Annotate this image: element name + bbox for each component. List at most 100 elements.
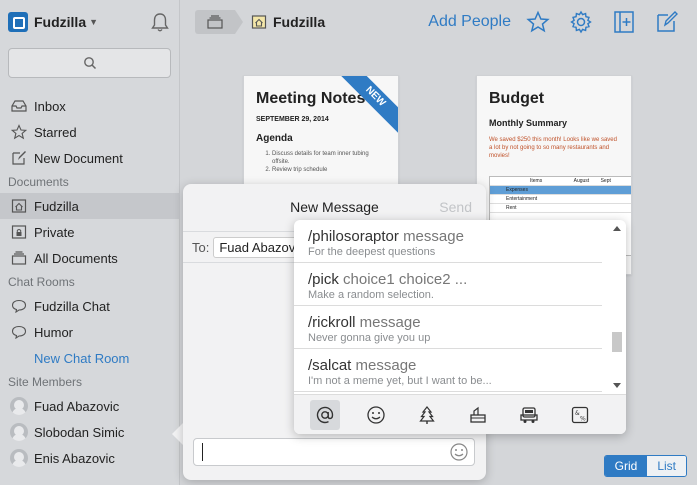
sidebar-item-private[interactable]: Private [0,219,180,245]
lock-folder-icon [10,224,28,240]
grid-view-button[interactable]: Grid [604,456,648,476]
tab-smileys[interactable] [361,400,391,430]
command-item-pick[interactable]: /pick choice1 choice2 ... Make a random … [294,263,602,306]
sidebar-item-label: Inbox [34,98,66,114]
command-name: /salcat [308,357,352,374]
compose-button[interactable] [654,9,680,35]
send-button[interactable]: Send [439,199,472,215]
member-name: Enis Abazovic [34,450,115,466]
section-documents: Documents [8,175,69,189]
member-slobodan-simic[interactable]: Slobodan Simic [0,419,180,445]
sidebar-header: Fudzilla ▼ [0,0,179,44]
sidebar-item-label: Humor [34,324,74,340]
sidebar-item-all-documents[interactable]: All Documents [0,245,180,271]
card-heading: Agenda [256,133,293,144]
list-item: Discuss details for team inner tubing of… [272,150,386,166]
cake-icon [470,406,486,423]
command-name: /philosoraptor [308,228,399,245]
sidebar-item-new-document[interactable]: New Document [0,145,180,171]
command-args: message [359,314,421,331]
member-enis-abazovic[interactable]: Enis Abazovic [0,445,180,471]
sidebar-item-starred[interactable]: Starred [0,119,180,145]
scroll-up-icon[interactable] [613,226,621,231]
to-label: To: [192,239,210,255]
emoji-category-bar: &% [294,394,626,434]
sidebar-item-fudzilla-chat[interactable]: Fudzilla Chat [0,293,180,319]
sidebar-item-label: All Documents [34,250,118,266]
scroll-down-icon[interactable] [613,383,621,388]
search-button[interactable] [8,48,171,78]
star-icon [10,124,28,140]
gear-icon [570,10,592,34]
section-site-members: Site Members [8,375,83,389]
command-description: For the deepest questions [308,246,436,258]
smiley-icon[interactable] [449,442,469,462]
member-name: Slobodan Simic [34,424,125,440]
inbox-icon [10,98,28,114]
chevron-down-icon[interactable]: ▼ [89,17,98,27]
main-nav: Inbox Starred New Document Documents Fud… [0,93,180,471]
new-folder-button[interactable] [611,9,637,35]
scrollbar[interactable] [611,224,623,390]
car-icon [520,406,538,423]
workspace-name[interactable]: Fudzilla [34,14,86,30]
sidebar-item-label: New Document [34,150,123,166]
command-item-rickroll[interactable]: /rickroll message Never gonna give you u… [294,306,602,349]
text-caret [202,443,203,461]
command-name: /pick [308,271,339,288]
table-header: Sept [600,178,611,184]
settings-button[interactable] [568,9,594,35]
table-row: Items August Sept [490,177,631,186]
command-description: I'm not a meme yet, but I want to be... [308,375,492,387]
scrollbar-thumb[interactable] [612,332,622,352]
command-args: message [355,357,417,374]
table-row: Expenses [490,186,631,195]
home-folder-icon [10,198,28,214]
tab-travel[interactable] [514,400,544,430]
star-icon [526,10,550,33]
compose-icon [10,150,28,166]
sidebar-item-label: Fudzilla Chat [34,298,110,314]
add-people-button[interactable]: Add People [428,13,511,31]
command-list: /philosoraptor message For the deepest q… [294,220,608,394]
avatar [10,449,28,467]
bell-icon[interactable] [149,11,171,33]
chat-bubble-icon [10,324,28,340]
command-args: message [403,228,464,245]
card-subtitle: Monthly Summary [489,118,568,128]
new-chat-room-link[interactable]: New Chat Room [0,345,180,371]
command-item-philosoraptor[interactable]: /philosoraptor message For the deepest q… [294,220,602,263]
sidebar-item-humor[interactable]: Humor [0,319,180,345]
search-icon [83,57,96,70]
svg-text:%: % [580,415,586,422]
sidebar-item-label: Starred [34,124,77,140]
breadcrumb[interactable]: Fudzilla [251,14,325,30]
tab-nature[interactable] [412,400,442,430]
breadcrumb-current: Fudzilla [273,14,326,30]
sidebar-item-label: Private [34,224,75,240]
card-title: Budget [489,90,545,107]
sidebar-item-fudzilla[interactable]: Fudzilla [0,193,180,219]
smiley-icon [367,405,385,424]
card-body: We saved $250 this month! Looks like we … [489,137,617,159]
stack-icon [10,250,28,266]
sidebar-item-inbox[interactable]: Inbox [0,93,180,119]
avatar [10,397,28,415]
command-item-salcat[interactable]: /salcat message I'm not a meme yet, but … [294,349,602,392]
table-row: Rent [490,204,631,213]
breadcrumb-root[interactable] [195,10,243,34]
avatar [10,423,28,441]
command-description: Make a random selection. [308,289,434,301]
tab-food[interactable] [463,400,493,430]
list-view-button[interactable]: List [647,456,686,476]
tab-symbols[interactable]: &% [565,400,595,430]
star-button[interactable] [525,9,551,35]
message-input[interactable] [193,438,475,466]
stack-icon [207,15,223,29]
tab-mentions[interactable] [310,399,340,430]
list-item: Review trip schedule [272,166,386,174]
member-fuad-abazovic[interactable]: Fuad Abazovic [0,393,180,419]
symbols-icon: &% [571,406,589,423]
command-description: Never gonna give you up [308,332,431,344]
sidebar: Fudzilla ▼ Inbox Starred New Document Do… [0,0,180,485]
